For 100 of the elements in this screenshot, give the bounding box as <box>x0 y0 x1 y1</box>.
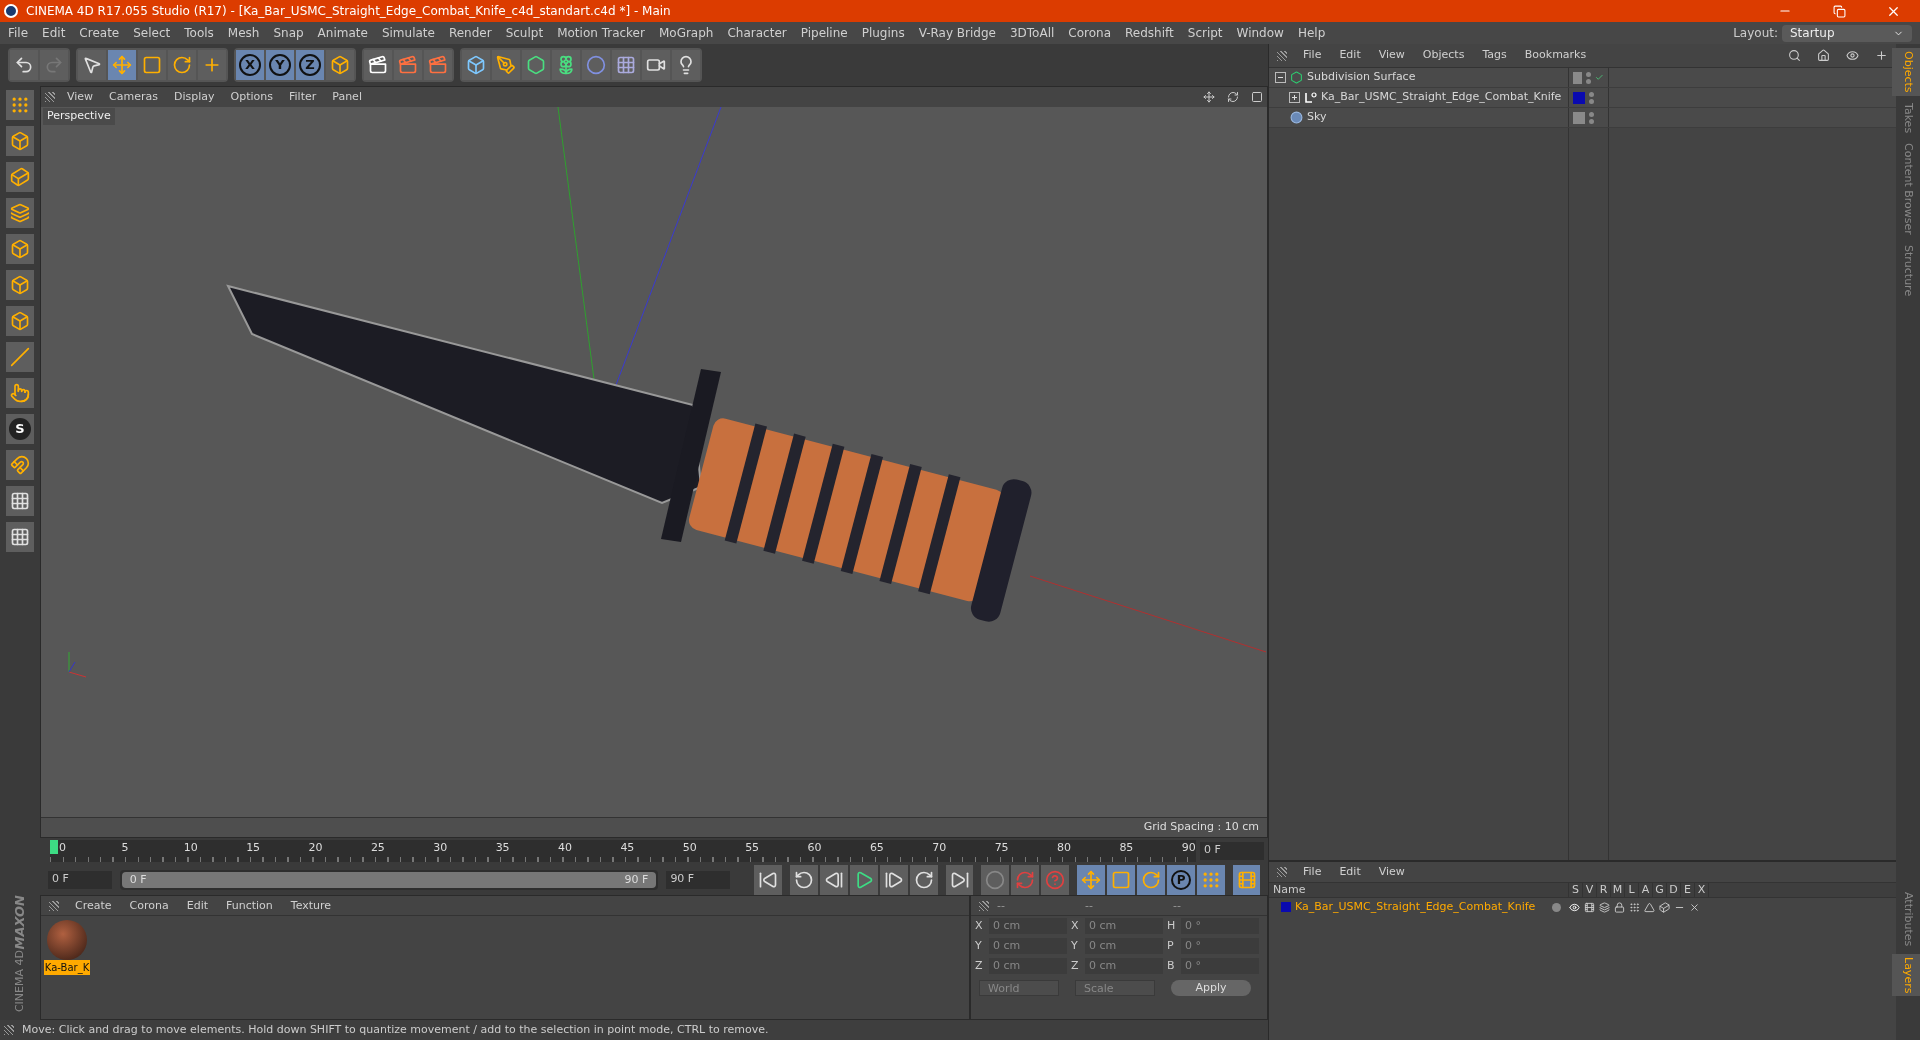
pan-view-icon[interactable] <box>1203 91 1215 103</box>
menu-item[interactable]: Motion Tracker <box>557 24 645 42</box>
menu-item[interactable]: File <box>8 24 29 42</box>
menu-item[interactable]: File <box>1303 47 1322 64</box>
enabled-check-icon[interactable] <box>1595 72 1604 83</box>
timeline-ruler[interactable]: 0 5 10 15 20 25 30 35 40 45 50 55 60 65 70 75 80 85 90 <box>50 840 1196 863</box>
menu-item[interactable]: View <box>1378 863 1405 881</box>
texture-mode-button[interactable] <box>6 90 34 120</box>
menu-item[interactable]: Simulate <box>381 24 435 42</box>
points-mode-button[interactable] <box>6 234 34 264</box>
menu-item[interactable]: Edit <box>42 24 66 42</box>
menu-item[interactable]: V-Ray Bridge <box>918 24 996 42</box>
menu-item[interactable]: MoGraph <box>658 24 714 42</box>
column-header[interactable]: G <box>1653 881 1667 899</box>
menu-item[interactable]: Redshift <box>1125 24 1174 42</box>
apply-button[interactable]: Apply <box>1171 980 1251 997</box>
subdivision-button[interactable] <box>522 50 550 80</box>
key-parameter-button[interactable]: P <box>1167 865 1196 896</box>
key-pla-button[interactable] <box>1197 865 1226 896</box>
menu-item[interactable]: Help <box>1297 24 1326 42</box>
axis-lock-button[interactable]: Z <box>296 50 324 80</box>
side-tab[interactable]: Structure <box>1891 241 1920 299</box>
cube-button[interactable] <box>462 50 490 80</box>
transform-tool-button[interactable] <box>198 50 226 80</box>
menu-item[interactable]: Sculpt <box>505 24 544 42</box>
menu-item[interactable]: Character <box>727 24 787 42</box>
magnet-button[interactable] <box>6 450 34 480</box>
lock-icon[interactable] <box>1614 901 1625 913</box>
tweak-mode-button[interactable] <box>6 378 34 408</box>
menu-item[interactable]: Render <box>448 24 492 42</box>
search-icon[interactable] <box>1788 49 1801 62</box>
autokey-button[interactable] <box>1011 865 1040 896</box>
rotation-field[interactable]: 0 ° <box>1181 918 1259 935</box>
edges-mode-button[interactable] <box>6 270 34 300</box>
column-header[interactable]: V <box>1583 881 1597 899</box>
menu-item[interactable]: Cameras <box>109 88 158 106</box>
size-field[interactable]: 0 cm <box>1085 958 1163 975</box>
axis-lock-button[interactable]: Y <box>266 50 294 80</box>
column-header[interactable]: S <box>1569 881 1583 899</box>
object-name[interactable]: Sky <box>1307 109 1327 126</box>
position-field[interactable]: 0 cm <box>989 918 1067 935</box>
floor-button[interactable] <box>612 50 640 80</box>
cloner-button[interactable] <box>552 50 580 80</box>
menu-item[interactable]: Script <box>1187 24 1223 42</box>
menu-item[interactable]: Snap <box>273 24 304 42</box>
next-frame-button[interactable] <box>880 865 909 896</box>
menu-item[interactable]: Bookmarks <box>1524 47 1587 64</box>
column-header[interactable]: X <box>1695 881 1709 899</box>
menu-item[interactable]: Display <box>174 88 215 106</box>
menu-item[interactable]: Tags <box>1482 47 1507 64</box>
position-field[interactable]: 0 cm <box>989 938 1067 955</box>
eye-icon[interactable] <box>1569 901 1580 913</box>
collapse-toggle[interactable] <box>1275 72 1286 83</box>
side-tab[interactable]: Objects <box>1891 48 1920 96</box>
menu-item[interactable]: File <box>1303 863 1322 881</box>
playhead[interactable] <box>50 840 58 855</box>
column-header[interactable]: M <box>1611 881 1625 899</box>
rotate-view-icon[interactable] <box>1227 91 1239 103</box>
workplane-button[interactable] <box>6 198 34 228</box>
end-frame-field[interactable]: 90 F <box>666 871 731 890</box>
menu-item[interactable]: Panel <box>332 88 362 106</box>
start-frame-field[interactable]: 0 F <box>48 871 112 890</box>
toggle-view-icon[interactable] <box>1251 91 1263 103</box>
menu-item[interactable]: Select <box>133 24 171 42</box>
polygons-mode-button[interactable] <box>6 306 34 336</box>
column-header[interactable]: D <box>1667 881 1681 899</box>
visibility-dots-icon[interactable] <box>1589 91 1594 104</box>
menu-item[interactable]: View <box>1378 47 1405 64</box>
menu-item[interactable]: Edit <box>186 897 208 915</box>
render-view-button[interactable] <box>364 50 392 80</box>
rotate-tool-button[interactable] <box>168 50 196 80</box>
menu-item[interactable]: Create <box>79 24 120 42</box>
menu-item[interactable]: Function <box>226 897 273 915</box>
next-key-button[interactable] <box>910 865 939 896</box>
column-header[interactable]: R <box>1597 881 1611 899</box>
side-tab[interactable]: Layers <box>1891 953 1920 996</box>
menu-item[interactable]: View <box>67 88 94 106</box>
coordinate-system-button[interactable] <box>326 50 354 80</box>
menu-item[interactable]: Corona <box>1068 24 1112 42</box>
menu-item[interactable]: Edit <box>1339 863 1361 881</box>
previous-frame-button[interactable] <box>820 865 849 896</box>
visibility-dots-icon[interactable] <box>1589 111 1594 124</box>
render-icon[interactable] <box>1584 901 1595 913</box>
size-field[interactable]: 0 cm <box>1085 938 1163 955</box>
column-header[interactable]: Name <box>1269 881 1569 899</box>
select-tool-button[interactable] <box>78 50 106 80</box>
column-header[interactable]: E <box>1681 881 1695 899</box>
material-name[interactable]: Ka-Bar_K <box>43 960 91 976</box>
side-tab[interactable]: Takes <box>1891 99 1920 136</box>
object-name[interactable]: Subdivision Surface <box>1307 69 1416 86</box>
model-mode-button[interactable] <box>6 126 34 156</box>
generator-icon[interactable] <box>1644 901 1655 913</box>
previous-key-button[interactable] <box>790 865 819 896</box>
play-button[interactable] <box>850 865 879 896</box>
menu-item[interactable]: Edit <box>1339 47 1361 64</box>
scale-tool-button[interactable] <box>138 50 166 80</box>
camera-button[interactable] <box>642 50 670 80</box>
menu-item[interactable]: Animate <box>317 24 368 42</box>
menu-item[interactable]: Options <box>230 88 273 106</box>
menu-item[interactable]: Tools <box>184 24 214 42</box>
